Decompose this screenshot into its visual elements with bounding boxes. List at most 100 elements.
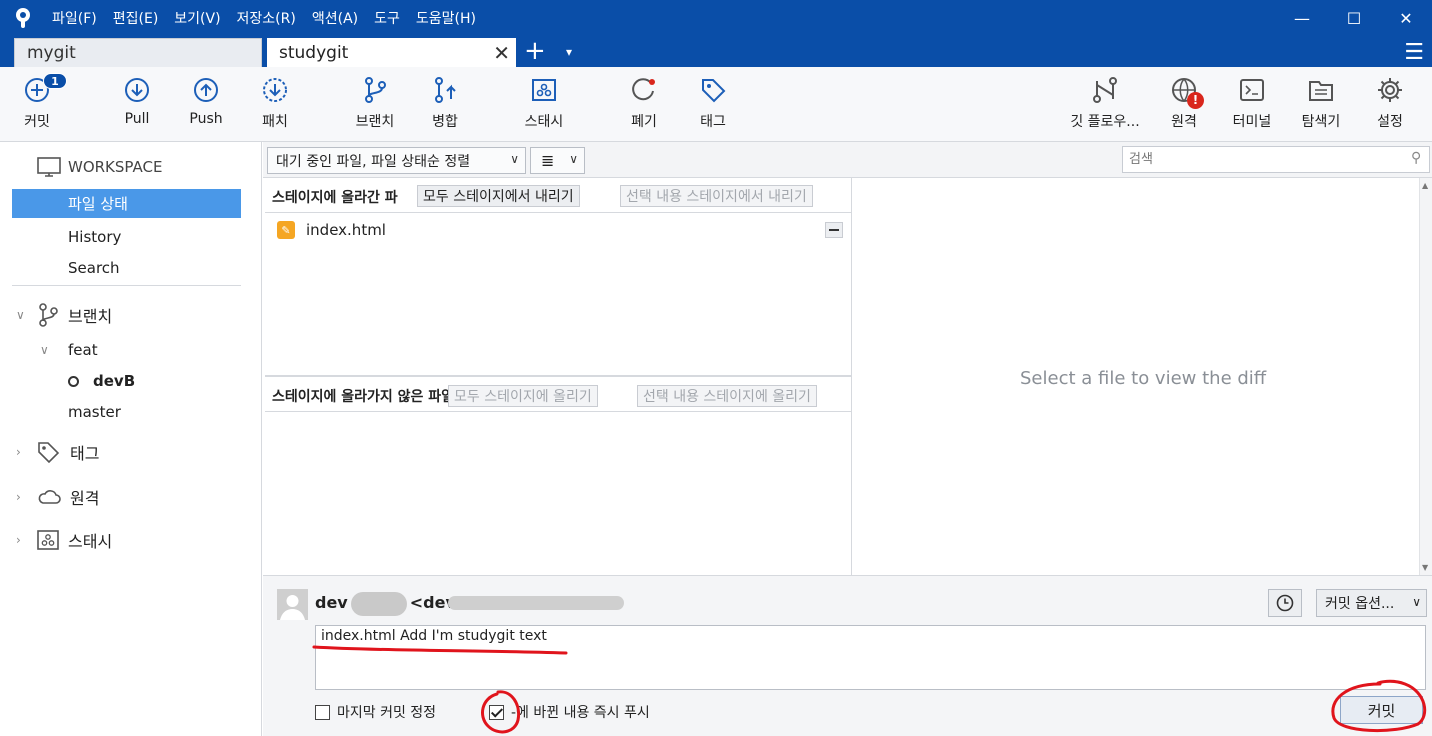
view-mode-dropdown[interactable]: ≣ ∨ bbox=[530, 147, 585, 174]
amend-checkbox-row[interactable]: 마지막 커밋 정정 bbox=[315, 702, 436, 722]
branches-label: 브랜치 bbox=[68, 307, 113, 326]
stash-button[interactable]: 스태시 bbox=[509, 75, 579, 137]
commit-options-dropdown[interactable]: 커밋 옵션... ∨ bbox=[1316, 589, 1427, 617]
chevron-down-icon[interactable]: ∨ bbox=[16, 308, 30, 322]
tag-button[interactable]: 태그 bbox=[678, 75, 748, 137]
sidebar: WORKSPACE 파일 상태 History Search ∨ 브랜치 ∨ f… bbox=[0, 142, 262, 736]
redacted-name bbox=[351, 592, 407, 616]
menu-repository[interactable]: 저장소(R) bbox=[237, 8, 296, 28]
unstage-selected-button[interactable]: 선택 내용 스테이지에서 내리기 bbox=[620, 185, 813, 207]
search-icon: ⚲ bbox=[1411, 150, 1422, 166]
branch-button[interactable]: 브랜치 bbox=[340, 75, 410, 137]
menu-edit[interactable]: 편집(E) bbox=[113, 8, 159, 28]
unstage-file-minus-button[interactable] bbox=[825, 222, 843, 238]
branch-name: devB bbox=[93, 372, 136, 390]
chevron-down-icon[interactable]: ∨ bbox=[40, 343, 54, 357]
folder-icon bbox=[1309, 81, 1333, 101]
remote-button[interactable]: ! 원격 bbox=[1149, 75, 1219, 137]
chevron-right-icon[interactable]: › bbox=[16, 490, 30, 504]
sidebar-group-tags[interactable]: › 태그 bbox=[16, 440, 99, 464]
sort-dropdown[interactable]: 대기 중인 파일, 파일 상태순 정렬 ∨ bbox=[267, 147, 526, 174]
scroll-up-icon[interactable]: ▲ bbox=[1422, 181, 1428, 190]
tab-list-dropdown-icon[interactable]: ▾ bbox=[566, 36, 572, 69]
push-label: Push bbox=[189, 111, 223, 127]
cloud-icon bbox=[38, 490, 61, 504]
stash-label: 스태시 bbox=[524, 114, 564, 130]
branch-item-master[interactable]: master bbox=[68, 403, 121, 421]
tab-studygit[interactable]: studygit ✕ bbox=[267, 38, 516, 67]
unstage-all-button[interactable]: 모두 스테이지에서 내리기 bbox=[417, 185, 580, 207]
current-branch-icon bbox=[68, 375, 79, 387]
scroll-down-icon[interactable]: ▼ bbox=[1422, 563, 1428, 572]
chevron-down-icon: ∨ bbox=[569, 152, 578, 166]
menu-tools[interactable]: 도구 bbox=[374, 8, 400, 28]
push-immediately-label: -에 바뀐 내용 즉시 푸시 bbox=[511, 705, 650, 721]
sidebar-item-search[interactable]: Search bbox=[12, 253, 241, 282]
sidebar-group-remotes[interactable]: › 원격 bbox=[16, 485, 99, 509]
stash-icon bbox=[532, 79, 556, 101]
chevron-right-icon[interactable]: › bbox=[16, 533, 30, 547]
sidebar-item-label: History bbox=[68, 227, 122, 246]
amend-checkbox[interactable] bbox=[315, 704, 330, 720]
settings-button[interactable]: 설정 bbox=[1355, 75, 1425, 137]
tags-label: 태그 bbox=[70, 444, 100, 463]
branch-label: 브랜치 bbox=[355, 114, 395, 130]
git-flow-icon bbox=[1093, 77, 1117, 103]
hamburger-menu-icon[interactable]: ☰ bbox=[1404, 40, 1424, 65]
settings-label: 설정 bbox=[1377, 114, 1403, 130]
stage-selected-button[interactable]: 선택 내용 스테이지에 올리기 bbox=[637, 385, 817, 407]
search-input[interactable] bbox=[1122, 146, 1430, 173]
chevron-right-icon[interactable]: › bbox=[16, 445, 30, 459]
branch-item-devb[interactable]: devB bbox=[68, 372, 135, 390]
push-immediately-checkbox[interactable] bbox=[489, 704, 504, 720]
menu-help[interactable]: 도움말(H) bbox=[416, 8, 476, 28]
tab-mygit[interactable]: mygit bbox=[14, 38, 262, 67]
menu-file[interactable]: 파일(F) bbox=[52, 8, 97, 28]
maximize-button[interactable]: ☐ bbox=[1328, 0, 1380, 36]
commit-toolbar-button[interactable]: 1 커밋 bbox=[2, 73, 72, 137]
terminal-button[interactable]: 터미널 bbox=[1217, 75, 1287, 137]
stash-icon bbox=[37, 530, 59, 550]
staged-files-panel: 스테이지에 올라간 파 모두 스테이지에서 내리기 선택 내용 스테이지에서 내… bbox=[265, 178, 852, 376]
sidebar-group-branches[interactable]: ∨ 브랜치 bbox=[16, 302, 112, 328]
sidebar-item-label: 파일 상태 bbox=[68, 195, 128, 213]
commit-message-input[interactable] bbox=[315, 625, 1426, 690]
stage-all-button[interactable]: 모두 스테이지에 올리기 bbox=[448, 385, 598, 407]
patch-icon bbox=[263, 78, 287, 102]
workspace-header: WORKSPACE bbox=[36, 156, 162, 178]
menu-view[interactable]: 보기(V) bbox=[174, 8, 220, 28]
close-window-button[interactable]: ✕ bbox=[1380, 0, 1432, 36]
sidebar-item-history[interactable]: History bbox=[12, 222, 241, 251]
minimize-button[interactable]: — bbox=[1276, 0, 1328, 36]
tab-close-icon[interactable]: ✕ bbox=[493, 41, 510, 65]
patch-label: 패치 bbox=[262, 114, 288, 130]
add-tab-button[interactable]: + bbox=[524, 36, 546, 67]
sidebar-item-file-status[interactable]: 파일 상태 bbox=[12, 189, 241, 218]
menu-actions[interactable]: 액션(A) bbox=[312, 8, 358, 28]
patch-button[interactable]: 패치 bbox=[240, 75, 310, 137]
diff-placeholder: Select a file to view the diff bbox=[1020, 368, 1267, 389]
avatar bbox=[277, 589, 308, 620]
tag-label: 태그 bbox=[700, 114, 726, 130]
staged-header: 스테이지에 올라간 파 모두 스테이지에서 내리기 선택 내용 스테이지에서 내… bbox=[265, 178, 851, 213]
commit-history-button[interactable] bbox=[1268, 589, 1302, 617]
git-flow-button[interactable]: 깃 플로우... bbox=[1064, 75, 1146, 137]
discard-button[interactable]: 폐기 bbox=[609, 75, 679, 137]
push-button[interactable]: Push bbox=[171, 75, 241, 137]
commit-button[interactable]: 커밋 bbox=[1340, 696, 1423, 724]
explorer-button[interactable]: 탐색기 bbox=[1286, 75, 1356, 137]
staged-file-row[interactable]: ✎ index.html bbox=[277, 221, 386, 239]
remotes-label: 원격 bbox=[70, 489, 100, 508]
commit-options-label: 커밋 옵션... bbox=[1325, 596, 1395, 612]
sidebar-group-stashes[interactable]: › 스태시 bbox=[16, 528, 112, 552]
diff-scrollbar[interactable]: ▲ ▼ bbox=[1419, 178, 1432, 575]
discard-label: 폐기 bbox=[631, 114, 657, 130]
merge-button[interactable]: 병합 bbox=[410, 75, 480, 137]
branch-folder-feat[interactable]: ∨ feat bbox=[40, 341, 98, 359]
chevron-down-icon: ∨ bbox=[1412, 595, 1421, 609]
branch-icon bbox=[39, 303, 58, 327]
pull-button[interactable]: Pull bbox=[102, 75, 172, 137]
title-bar: 파일(F) 편집(E) 보기(V) 저장소(R) 액션(A) 도구 도움말(H)… bbox=[0, 0, 1432, 36]
unstaged-header: 스테이지에 올라가지 않은 파일 모두 스테이지에 올리기 선택 내용 스테이지… bbox=[265, 376, 851, 412]
push-checkbox-row[interactable]: -에 바뀐 내용 즉시 푸시 bbox=[489, 702, 650, 722]
